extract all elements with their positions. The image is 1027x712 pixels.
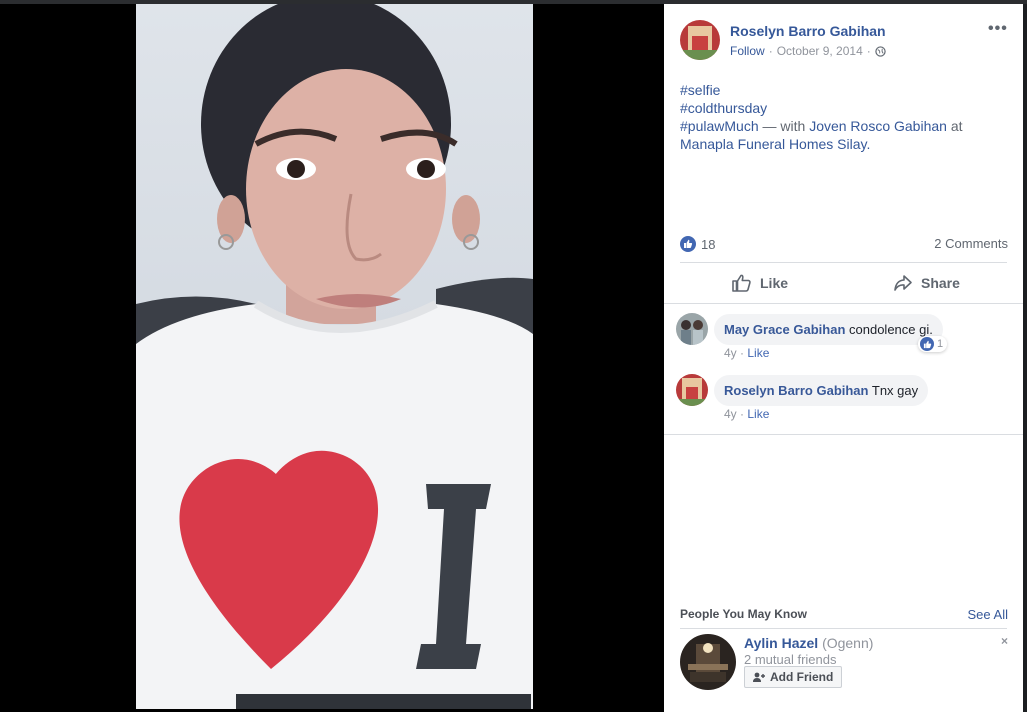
divider [664,434,1023,435]
author-name[interactable]: Roselyn Barro Gabihan [730,23,886,39]
like-reaction-icon [920,337,934,351]
comment-bubble: Roselyn Barro Gabihan Tnx gay [714,375,929,406]
globe-icon [875,45,886,57]
at-text: at [950,118,963,134]
hashtag-selfie[interactable]: #selfie [680,82,720,98]
comment-reaction-badge[interactable]: 1 [918,336,948,352]
divider [664,303,1023,304]
comment-bubble: May Grace Gabihan condolence gi. [714,314,943,345]
window-edge [1023,4,1027,712]
like-count: 18 [701,236,716,252]
add-friend-button[interactable]: Add Friend [744,666,843,688]
divider [680,628,1007,629]
post-text: #selfie #coldthursday #pulawMuch — with … [680,81,1010,153]
avatar-image [676,374,708,406]
thumbs-up-icon [732,274,751,292]
place-period: . [866,136,871,152]
share-button-label: Share [921,275,960,291]
avatar-image [680,20,720,60]
commenter-name[interactable]: May Grace Gabihan [724,322,845,337]
follow-link[interactable]: Follow [730,44,765,58]
post-side-panel: Roselyn Barro Gabihan Follow · October 9… [664,4,1023,712]
comment-meta: 4y · Like [724,407,770,421]
pymk-person-name[interactable]: Aylin Hazel [744,635,818,651]
post-meta: Follow · October 9, 2014 · [730,44,886,58]
comment-text: condolence gi. [849,322,933,337]
pymk-title: People You May Know [680,607,807,621]
like-button[interactable]: Like [732,274,788,292]
divider [680,262,1007,263]
commenter-name[interactable]: Roselyn Barro Gabihan [724,383,868,398]
see-all-link[interactable]: See All [968,607,1008,622]
close-icon[interactable]: × [1001,634,1008,648]
post-photo[interactable] [136,4,533,709]
hashtag-coldthursday[interactable]: #coldthursday [680,100,767,116]
meta-separator: · [866,44,871,58]
pymk-mutual-friends[interactable]: 2 mutual friends [744,652,837,667]
share-button[interactable]: Share [893,274,960,292]
pymk-avatar[interactable] [680,634,736,690]
avatar-image [680,634,736,690]
pymk-person: Aylin Hazel (Ogenn) [744,635,873,651]
share-icon [894,275,912,291]
commenter-avatar[interactable] [676,313,708,345]
reaction-summary[interactable]: 18 [680,236,715,252]
comment-like-link[interactable]: Like [747,346,769,360]
comments-count[interactable]: 2 Comments [934,236,1008,251]
with-text: — with [762,118,806,134]
comment-meta: 4y · Like [724,346,770,360]
more-options-icon[interactable]: ••• [988,20,1008,38]
selfie-illustration [136,4,533,709]
author-avatar[interactable] [680,20,720,60]
add-friend-label: Add Friend [770,670,834,684]
comment-age[interactable]: 4y [724,407,737,421]
post-date[interactable]: October 9, 2014 [777,44,863,58]
commenter-avatar[interactable] [676,374,708,406]
comment-like-link[interactable]: Like [747,407,769,421]
comment-reaction-count: 1 [937,338,944,350]
like-reaction-icon [680,236,696,252]
tagged-person[interactable]: Joven Rosco Gabihan [809,118,947,134]
meta-separator: · [768,44,773,58]
avatar-image [676,313,708,345]
add-friend-icon [753,672,765,682]
comment-text: Tnx gay [871,383,919,398]
like-button-label: Like [760,275,789,291]
comment-age[interactable]: 4y [724,346,737,360]
hashtag-pulawmuch[interactable]: #pulawMuch [680,118,759,134]
pymk-person-alt-name: (Ogenn) [822,635,874,651]
place-link[interactable]: Manapla Funeral Homes Silay [680,136,867,152]
